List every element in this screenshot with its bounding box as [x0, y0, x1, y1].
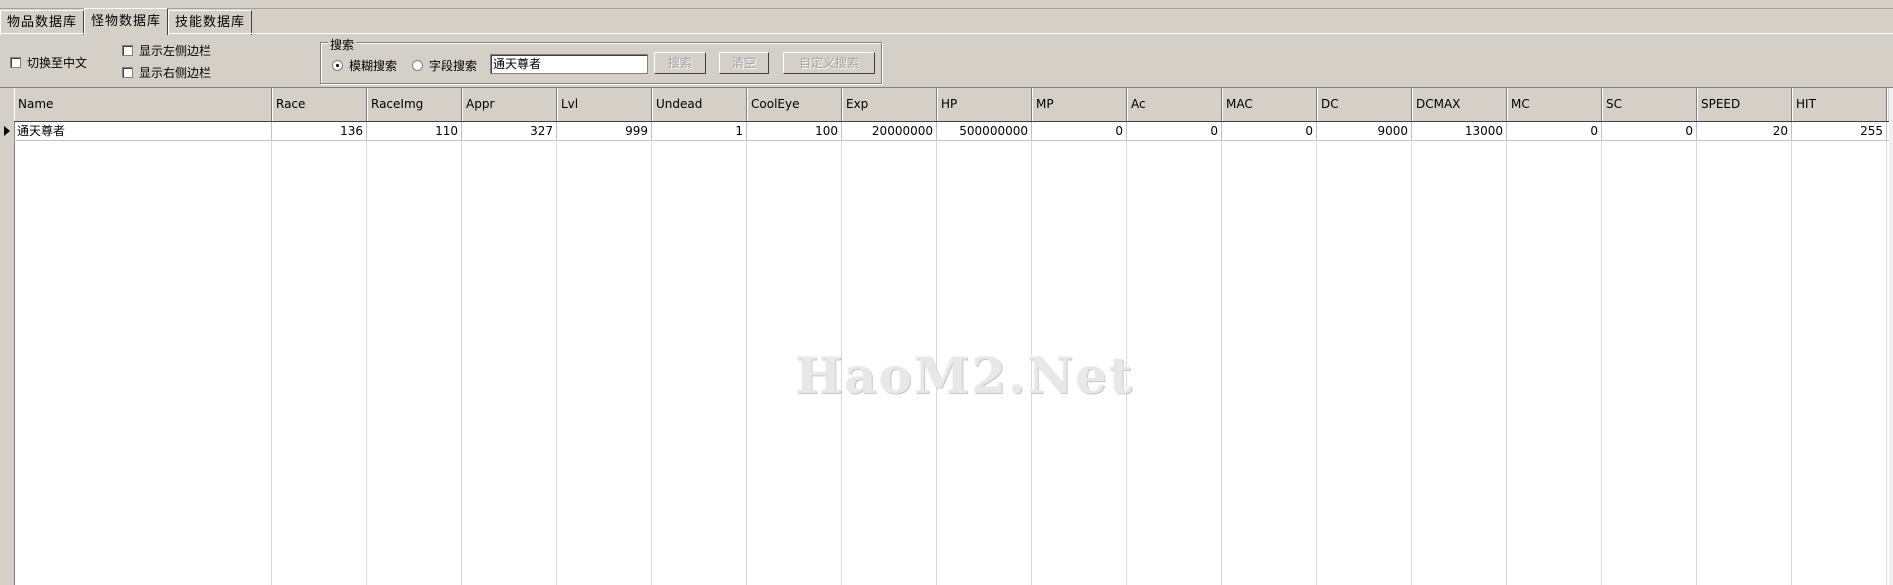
custom-search-button[interactable]: 自定义搜索: [783, 52, 875, 74]
grid-column-line: [1601, 140, 1602, 585]
column-header[interactable]: RaceImg: [367, 88, 462, 121]
grid-column-line: [1411, 140, 1412, 585]
row-indicator-column: [0, 88, 15, 585]
current-row-marker-icon: [4, 126, 10, 136]
search-group-title: 搜索: [328, 36, 357, 53]
table-cell[interactable]: 20000000: [842, 122, 937, 140]
table-cell[interactable]: 0: [1602, 122, 1697, 140]
field-search-label: 字段搜索: [429, 59, 478, 73]
grid-column-line: [1316, 140, 1317, 585]
table-cell[interactable]: 999: [557, 122, 652, 140]
fuzzy-search-option[interactable]: 模糊搜索: [332, 57, 397, 74]
column-header[interactable]: Exp: [842, 88, 937, 121]
grid-header-row: Name Race RaceImg Appr Lvl Undead CoolEye Exp HP…: [14, 88, 1893, 122]
column-header[interactable]: Race: [272, 88, 367, 121]
column-header[interactable]: Lvl: [557, 88, 652, 121]
show-right-sidebar-checkbox[interactable]: [122, 67, 133, 78]
column-header[interactable]: HIT: [1792, 88, 1887, 121]
switch-chinese-option[interactable]: 切换至中文: [10, 54, 87, 71]
tab-bar: 物品数据库 怪物数据库 技能数据库: [0, 8, 253, 35]
tab-divider: [0, 33, 1893, 34]
show-right-sidebar-label: 显示右侧边栏: [139, 66, 212, 80]
table-cell[interactable]: 327: [462, 122, 557, 140]
field-search-radio[interactable]: [412, 60, 423, 71]
grid-column-line: [1221, 140, 1222, 585]
table-cell[interactable]: 13000: [1412, 122, 1507, 140]
vertical-scrollbar[interactable]: [1889, 88, 1893, 585]
grid-column-line: [1791, 140, 1792, 585]
show-left-sidebar-option[interactable]: 显示左侧边栏: [122, 42, 211, 59]
search-button[interactable]: 搜索: [654, 52, 706, 74]
show-left-sidebar-checkbox[interactable]: [122, 45, 133, 56]
watermark: HaoM2.Net: [795, 346, 1135, 405]
tab-skills-db[interactable]: 技能数据库: [168, 10, 253, 35]
column-header[interactable]: MP: [1032, 88, 1127, 121]
column-header[interactable]: SPEED: [1697, 88, 1792, 121]
column-header[interactable]: DC: [1317, 88, 1412, 121]
grid-column-line: [1886, 140, 1887, 585]
table-cell[interactable]: 0: [1507, 122, 1602, 140]
table-cell[interactable]: 1: [652, 122, 747, 140]
table-cell[interactable]: 500000000: [937, 122, 1032, 140]
column-header[interactable]: SC: [1602, 88, 1697, 121]
grid-column-line: [271, 140, 272, 585]
grid-column-line: [1506, 140, 1507, 585]
tab-monster-db[interactable]: 怪物数据库: [84, 8, 169, 35]
table-cell[interactable]: 110: [367, 122, 462, 140]
table-cell[interactable]: 0: [1222, 122, 1317, 140]
grid-column-line: [366, 140, 367, 585]
title-strip: [0, 0, 1893, 9]
grid-column-line: [461, 140, 462, 585]
column-header[interactable]: Ac: [1127, 88, 1222, 121]
table-row[interactable]: 通天尊者 136 110 327 999 1 100 20000000 500000000 0 0 0…: [14, 122, 1893, 141]
fuzzy-search-label: 模糊搜索: [349, 59, 398, 73]
column-header[interactable]: Appr: [462, 88, 557, 121]
column-header[interactable]: CoolEye: [747, 88, 842, 121]
table-cell[interactable]: 0: [1032, 122, 1127, 140]
clear-button[interactable]: 清空: [719, 52, 769, 74]
switch-chinese-checkbox[interactable]: [10, 57, 21, 68]
column-header[interactable]: Name: [14, 88, 272, 121]
switch-chinese-label: 切换至中文: [27, 56, 88, 70]
column-header[interactable]: HP: [937, 88, 1032, 121]
table-cell[interactable]: 20: [1697, 122, 1792, 140]
tab-items-db[interactable]: 物品数据库: [0, 10, 85, 35]
table-cell[interactable]: 255: [1792, 122, 1887, 140]
field-search-option[interactable]: 字段搜索: [412, 57, 477, 74]
fuzzy-search-radio[interactable]: [332, 60, 343, 71]
grid-column-line: [556, 140, 557, 585]
column-header[interactable]: Undead: [652, 88, 747, 121]
table-cell[interactable]: 136: [272, 122, 367, 140]
show-left-sidebar-label: 显示左侧边栏: [139, 44, 212, 58]
search-input[interactable]: 通天尊者: [490, 54, 648, 74]
grid-column-line: [651, 140, 652, 585]
monster-data-grid[interactable]: Name Race RaceImg Appr Lvl Undead CoolEye Exp HP…: [0, 87, 1893, 585]
table-cell[interactable]: 100: [747, 122, 842, 140]
column-header[interactable]: DCMAX: [1412, 88, 1507, 121]
grid-column-line: [746, 140, 747, 585]
show-right-sidebar-option[interactable]: 显示右侧边栏: [122, 64, 211, 81]
column-header[interactable]: MAC: [1222, 88, 1317, 121]
table-cell[interactable]: 通天尊者: [14, 122, 272, 140]
table-cell[interactable]: 9000: [1317, 122, 1412, 140]
table-cell[interactable]: 0: [1127, 122, 1222, 140]
column-header[interactable]: MC: [1507, 88, 1602, 121]
grid-column-line: [1696, 140, 1697, 585]
